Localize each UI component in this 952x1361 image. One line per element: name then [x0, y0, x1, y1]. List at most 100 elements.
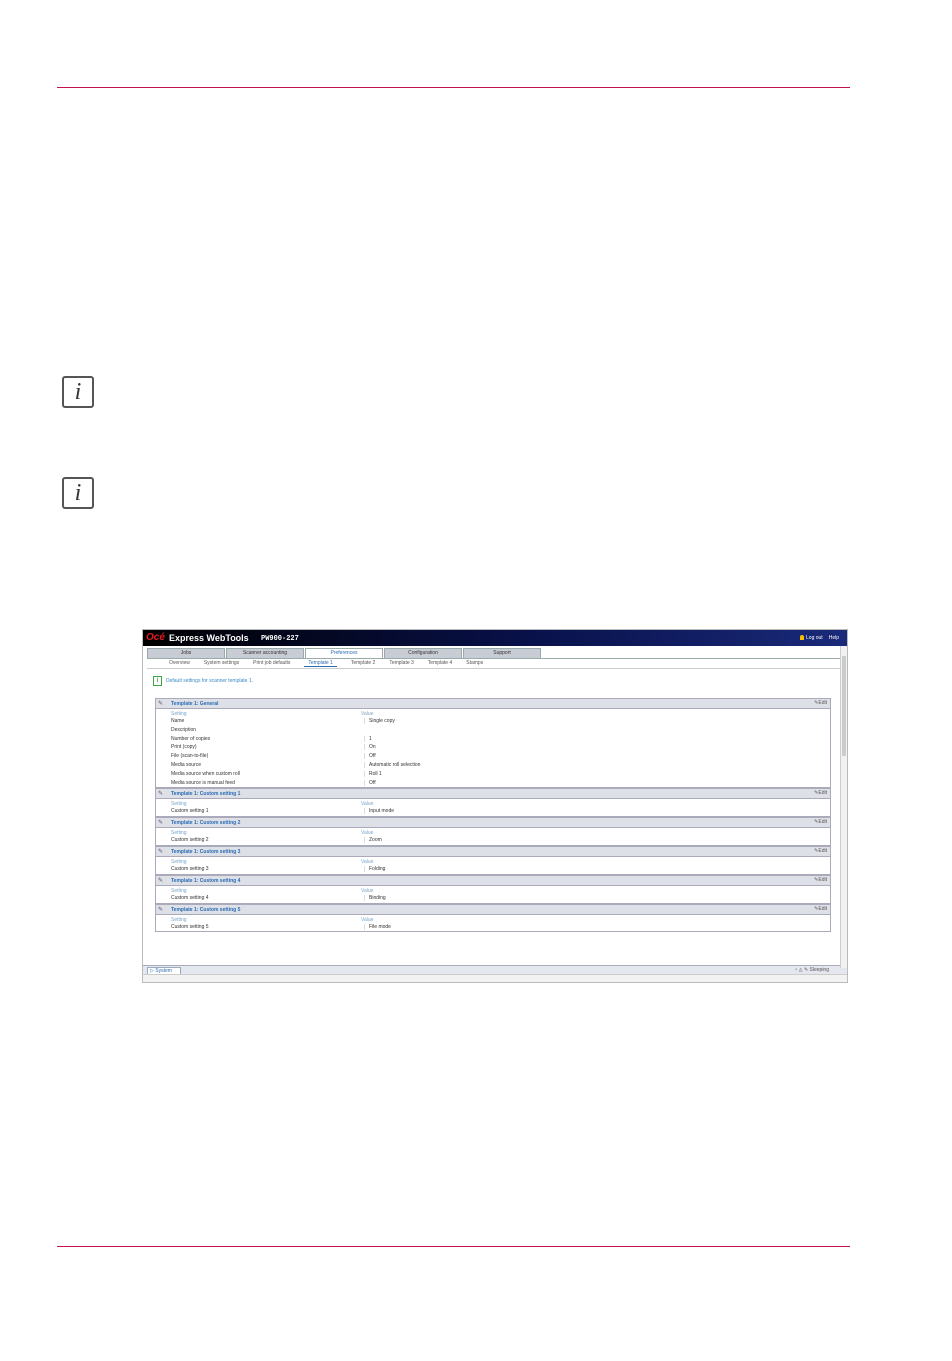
setting-name: Media source when custom roll	[171, 770, 240, 777]
section-title: Template 1: General	[171, 701, 219, 707]
subtabs-divider	[147, 668, 843, 669]
column-headers: Setting Value	[156, 709, 830, 717]
scroll-thumb[interactable]	[842, 656, 846, 756]
section-header: ✎ Template 1: Custom setting 2 ✎Edit	[156, 818, 830, 829]
edit-button[interactable]: ✎Edit	[814, 877, 827, 883]
app-header: Océ Express WebTools PW900-227 Log out H…	[143, 630, 847, 646]
edit-button[interactable]: ✎Edit	[814, 819, 827, 825]
subtab-overview[interactable]: Overview	[169, 660, 190, 667]
setting-value: Binding	[364, 894, 386, 901]
setting-name: Custom setting 1	[171, 808, 209, 815]
setting-value: Zoom	[364, 837, 382, 844]
column-headers: Setting Value	[156, 886, 830, 894]
column-headers: Setting Value	[156, 799, 830, 807]
pencil-icon: ✎	[158, 848, 164, 855]
oce-logo: Océ	[146, 632, 165, 643]
setting-row: Description	[156, 726, 830, 735]
info-note-icon: i	[62, 376, 94, 408]
setting-value: On	[364, 744, 376, 751]
setting-row: File (scan-to-file) Off	[156, 752, 830, 761]
setting-value: Off	[364, 753, 376, 760]
column-headers: Setting Value	[156, 857, 830, 865]
pencil-icon: ✎	[158, 791, 164, 798]
setting-name: Name	[171, 718, 185, 724]
log-out-link[interactable]: Log out	[800, 635, 823, 641]
edit-button[interactable]: ✎Edit	[814, 700, 827, 706]
subtab-template-4[interactable]: Template 4	[428, 660, 452, 667]
settings-sections: ✎ Template 1: General ✎Edit Setting Value Nam…	[155, 698, 831, 933]
setting-row: Custom setting 3 Folding	[156, 865, 830, 874]
subtab-print-job-defaults[interactable]: Print job defaults	[253, 660, 290, 667]
edit-button[interactable]: ✎Edit	[814, 906, 827, 912]
setting-row: Print (copy) On	[156, 743, 830, 752]
setting-row: Custom setting 2 Zoom	[156, 836, 830, 845]
section-title: Template 1: Custom setting 1	[171, 791, 241, 798]
edit-button[interactable]: ✎Edit	[814, 790, 827, 796]
section-header: ✎ Template 1: Custom setting 1 ✎Edit	[156, 789, 830, 800]
printer-status: ◔ ◬ ✎ Sleeping	[794, 967, 829, 973]
setting-row: Custom setting 1 Input mode	[156, 807, 830, 816]
setting-name: Custom setting 4	[171, 894, 209, 901]
printer-model: PW900-227	[261, 635, 299, 643]
setting-name: Custom setting 3	[171, 865, 209, 872]
subtab-template-3[interactable]: Template 3	[389, 660, 413, 667]
help-link[interactable]: Help	[829, 635, 839, 641]
setting-value: Off	[364, 779, 376, 786]
settings-section: ✎ Template 1: Custom setting 4 ✎Edit Settin…	[155, 874, 831, 904]
status-bar: ▷ System ◔ ◬ ✎ Sleeping	[143, 965, 847, 975]
setting-row: Name Single copy	[156, 717, 830, 726]
setting-row: Number of copies 1	[156, 735, 830, 744]
setting-name: Number of copies	[171, 735, 211, 742]
setting-name: File (scan-to-file)	[171, 753, 209, 760]
bottom-rule	[57, 1246, 850, 1247]
setting-value: Input mode	[364, 808, 394, 815]
section-title: Template 1: Custom setting 4	[171, 877, 241, 884]
section-header: ✎ Template 1: Custom setting 3 ✎Edit	[156, 846, 830, 857]
horizontal-scrollbar[interactable]	[143, 974, 847, 982]
settings-section: ✎ Template 1: Custom setting 1 ✎Edit Settin…	[155, 788, 831, 818]
sub-tabs: Overview System settings Print job default…	[169, 660, 483, 667]
section-header: ✎ Template 1: Custom setting 4 ✎Edit	[156, 875, 830, 886]
setting-row: Custom setting 5 File mode	[156, 923, 830, 932]
settings-section: ✎ Template 1: General ✎Edit Setting Value Nam…	[155, 698, 831, 789]
subtab-system-settings[interactable]: System settings	[204, 660, 239, 667]
app-title: Express WebTools	[169, 633, 249, 643]
column-headers: Setting Value	[156, 828, 830, 836]
setting-name: Description	[171, 726, 197, 733]
setting-row: Media source when custom roll Roll 1	[156, 770, 830, 779]
setting-name: Media source	[171, 761, 202, 768]
setting-value: File mode	[364, 923, 391, 930]
section-header: ✎ Template 1: Custom setting 5 ✎Edit	[156, 904, 830, 915]
setting-name: Media source is manual feed	[171, 779, 235, 786]
pencil-icon: ✎	[158, 877, 164, 884]
notice-text: Default settings for scanner template 1.	[166, 678, 253, 684]
vertical-scrollbar[interactable]	[840, 646, 847, 968]
setting-name: Print (copy)	[171, 744, 197, 751]
setting-row: Custom setting 4 Binding	[156, 894, 830, 903]
setting-value: 1	[364, 735, 372, 742]
notice: i Default settings for scanner template …	[153, 676, 253, 686]
info-icon: i	[153, 676, 162, 686]
info-note-icon: i	[62, 477, 94, 509]
setting-value: Roll 1	[364, 770, 382, 777]
pencil-icon: ✎	[158, 906, 164, 913]
subtab-template-2[interactable]: Template 2	[351, 660, 375, 667]
section-title: Template 1: Custom setting 5	[171, 906, 241, 913]
section-title: Template 1: Custom setting 2	[171, 820, 241, 827]
setting-value: Folding	[364, 865, 385, 872]
setting-value: Single copy	[364, 718, 395, 724]
edit-button[interactable]: ✎Edit	[814, 848, 827, 854]
setting-name: Custom setting 5	[171, 923, 209, 930]
pencil-icon: ✎	[158, 701, 164, 707]
section-header: ✎ Template 1: General ✎Edit	[156, 699, 830, 709]
user-icon	[800, 635, 805, 641]
pencil-icon: ✎	[158, 820, 164, 827]
subtab-stamps[interactable]: Stamps	[466, 660, 483, 667]
subtab-template-1[interactable]: Template 1	[304, 660, 337, 667]
tabbar-divider	[147, 658, 843, 659]
settings-section: ✎ Template 1: Custom setting 5 ✎Edit Settin…	[155, 903, 831, 933]
webtools-screenshot: Océ Express WebTools PW900-227 Log out H…	[142, 629, 848, 983]
settings-section: ✎ Template 1: Custom setting 3 ✎Edit Settin…	[155, 845, 831, 875]
section-title: Template 1: Custom setting 3	[171, 848, 241, 855]
setting-row: Media source Automatic roll selection	[156, 761, 830, 770]
